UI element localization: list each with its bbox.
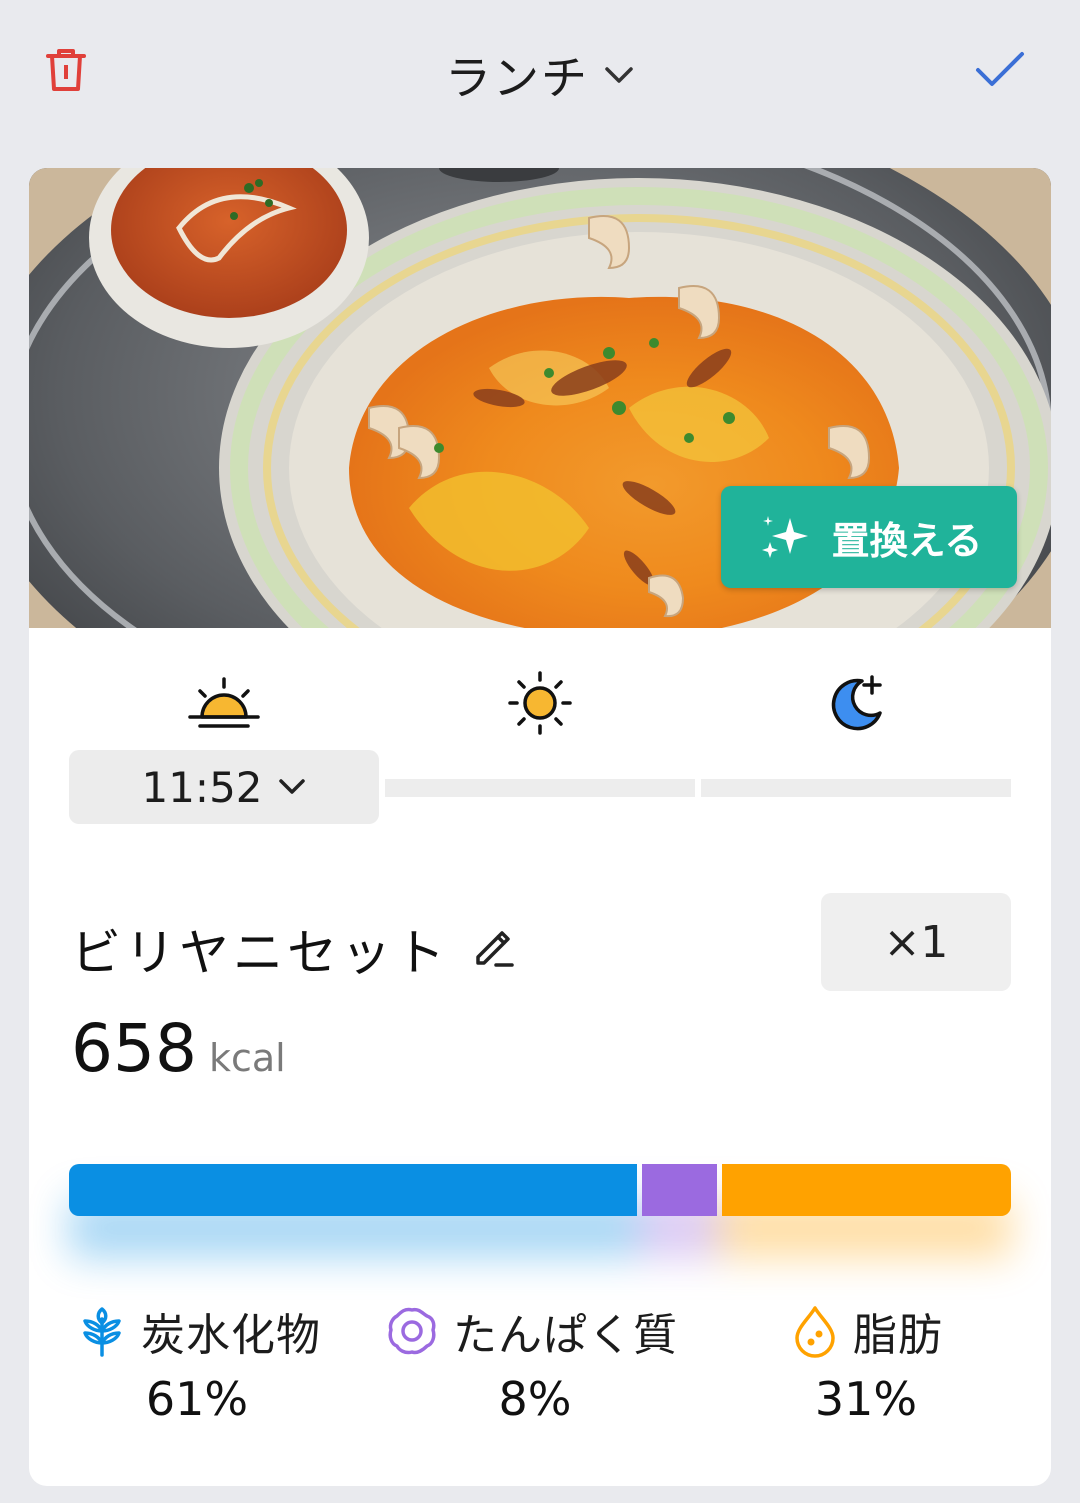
macro-name: 炭水化物 xyxy=(141,1310,321,1361)
sun-icon xyxy=(508,671,572,735)
time-selector[interactable]: 11:52 xyxy=(69,750,379,824)
time-of-day-icons xyxy=(29,668,1051,738)
macro-percent: 61% xyxy=(145,1372,249,1426)
page-title: ランチ xyxy=(445,51,589,105)
tod-night-track[interactable] xyxy=(701,779,1011,797)
check-icon xyxy=(976,52,1024,86)
replace-button[interactable]: 置換える xyxy=(721,486,1017,588)
macro-carbs: 炭水化物 61% xyxy=(77,1296,357,1436)
moon-icon xyxy=(831,675,882,731)
chevron-down-icon xyxy=(605,67,633,83)
tod-morning[interactable] xyxy=(187,668,261,738)
replace-label: 置換える xyxy=(831,518,983,563)
top-bar: ランチ xyxy=(0,0,1080,150)
macro-bar xyxy=(69,1164,1011,1216)
macro-bar-segment xyxy=(642,1164,718,1216)
macro-bar-segment xyxy=(69,1164,638,1216)
wheat-icon xyxy=(83,1307,121,1357)
kcal-value: 658 xyxy=(71,1010,197,1087)
food-photo[interactable]: 置換える xyxy=(29,168,1051,628)
confirm-button[interactable] xyxy=(970,44,1030,96)
time-value: 11:52 xyxy=(141,762,263,812)
macro-fat: 脂肪 31% xyxy=(791,1296,1031,1436)
macro-bar-segment xyxy=(722,1164,1011,1216)
pencil-icon xyxy=(476,931,514,967)
macro-protein: たんぱく質 8% xyxy=(385,1296,715,1436)
drop-icon xyxy=(795,1306,835,1358)
tod-noon-track[interactable] xyxy=(385,779,695,797)
edit-name-button[interactable] xyxy=(465,918,521,974)
chevron-down-icon xyxy=(278,779,305,794)
food-name: ビリヤニセット xyxy=(71,924,449,982)
egg-icon xyxy=(388,1307,436,1355)
sunrise-icon xyxy=(188,677,260,728)
quantity-button[interactable]: ×1 xyxy=(821,893,1011,991)
calorie-row: 658 kcal xyxy=(71,1010,286,1087)
macro-name: たんぱく質 xyxy=(453,1310,678,1361)
sparkle-icon xyxy=(761,516,808,558)
meal-card: 置換える 11:52 ビリヤニセット ×1 658 kcal 炭水化物 61% … xyxy=(29,168,1051,1486)
kcal-unit: kcal xyxy=(208,1036,286,1080)
macro-name: 脂肪 xyxy=(853,1310,943,1361)
macro-percent: 8% xyxy=(498,1372,572,1426)
tod-night[interactable] xyxy=(819,668,893,738)
macro-percent: 31% xyxy=(814,1372,918,1426)
meal-type-selector[interactable]: ランチ xyxy=(0,40,1080,110)
tod-noon[interactable] xyxy=(503,668,577,738)
